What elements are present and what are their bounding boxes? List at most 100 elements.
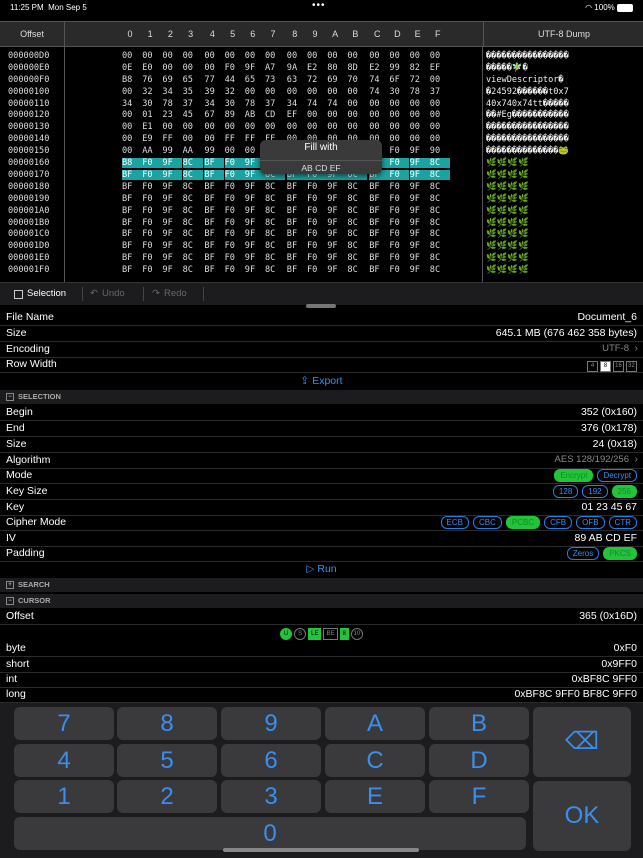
hex-byte[interactable]: F0 (307, 182, 323, 192)
multitask-dots[interactable]: ••• (312, 0, 326, 11)
key-7[interactable]: 7 (14, 707, 114, 740)
hex-byte[interactable]: 8C (265, 253, 281, 263)
hex-byte[interactable]: 00 (347, 87, 363, 97)
hex-byte[interactable]: BF (287, 241, 303, 251)
format-toggle-le[interactable]: LE (308, 628, 322, 640)
hex-byte[interactable]: 8C (183, 182, 199, 192)
hex-byte[interactable]: BF (369, 253, 385, 263)
hex-byte[interactable]: 00 (327, 122, 343, 132)
hex-byte[interactable]: F0 (225, 182, 241, 192)
hex-byte[interactable]: 37 (265, 99, 281, 109)
encoding-row[interactable]: Encoding UTF-8 › (0, 342, 643, 358)
hex-byte[interactable]: A7 (265, 63, 281, 73)
chip-cbc[interactable]: CBC (472, 516, 502, 529)
hex-byte[interactable]: 00 (162, 122, 178, 132)
hex-byte[interactable]: BF (369, 241, 385, 251)
hex-byte[interactable]: 00 (347, 122, 363, 132)
hex-byte[interactable]: 9F (245, 218, 261, 228)
hex-byte[interactable]: 00 (204, 122, 220, 132)
hex-byte[interactable]: 34 (162, 87, 178, 97)
hex-byte[interactable]: 9F (162, 158, 183, 168)
hex-byte[interactable]: 00 (287, 46, 303, 49)
hex-byte[interactable]: 00 (142, 46, 158, 49)
hex-byte[interactable]: B8 (122, 158, 142, 168)
hex-byte[interactable]: BF (287, 194, 303, 204)
hex-byte[interactable]: 9F (327, 253, 343, 263)
hex-byte[interactable]: 8C (265, 229, 281, 239)
hex-byte[interactable]: 9F (327, 241, 343, 251)
hex-byte[interactable]: 00 (347, 110, 363, 120)
hex-byte[interactable]: E9 (142, 134, 158, 144)
iv-value[interactable]: 89 AB CD EF (575, 532, 637, 544)
hex-byte[interactable]: 67 (204, 110, 220, 120)
hex-byte[interactable]: 00 (327, 51, 343, 61)
key-6[interactable]: 6 (221, 744, 321, 777)
hex-byte[interactable]: 9F (327, 206, 343, 216)
key-d[interactable]: D (429, 744, 529, 777)
hex-byte[interactable]: 9F (327, 194, 343, 204)
utf8-text[interactable]: 40x740x74tt����� (486, 99, 569, 109)
hex-byte[interactable]: BF (369, 182, 385, 192)
hex-byte[interactable]: 72 (410, 75, 426, 85)
hex-byte[interactable]: 00 (245, 122, 261, 132)
home-indicator[interactable] (223, 848, 419, 852)
hex-row[interactable]: 00000120 00 01 23 45 67 89 AB CD EF 00 00 00 00 00 00 00… (0, 110, 643, 122)
key-f[interactable]: F (429, 780, 529, 813)
hex-byte[interactable]: 9F (245, 229, 261, 239)
hex-byte[interactable]: F0 (225, 63, 241, 73)
hex-row[interactable]: 000001A0 BF F0 9F 8C BF F0 9F 8C BF F0 9F 8C BF F0 9F 8C… (0, 206, 643, 218)
hex-byte[interactable]: 8C (430, 194, 446, 204)
hex-byte[interactable]: BF (204, 182, 220, 192)
backspace-button[interactable]: ⌫ (533, 707, 631, 777)
key-5[interactable]: 5 (117, 744, 217, 777)
hex-byte[interactable]: 00 (307, 110, 323, 120)
export-button[interactable]: ⇪ Export (0, 375, 643, 387)
hex-byte[interactable]: 9F (409, 169, 430, 180)
key-3[interactable]: 3 (221, 780, 321, 813)
hex-byte[interactable]: 74 (327, 99, 343, 109)
hex-byte[interactable]: 8C (183, 229, 199, 239)
format-toggle-10[interactable]: 10 (350, 628, 363, 640)
hex-byte[interactable]: BF (204, 229, 220, 239)
hex-byte[interactable]: F0 (389, 206, 405, 216)
hex-byte[interactable]: 00 (122, 110, 138, 120)
format-toggle-be[interactable]: BE (323, 628, 338, 640)
run-button[interactable]: ▷ Run (0, 563, 643, 575)
hex-byte[interactable]: 8C (347, 265, 363, 275)
row-width-16[interactable]: 16 (613, 361, 624, 372)
hex-byte[interactable]: 8C (183, 265, 199, 275)
hex-byte[interactable]: 8C (347, 194, 363, 204)
hex-byte[interactable]: 9F (162, 218, 178, 228)
hex-byte[interactable]: 00 (183, 46, 199, 49)
hex-byte[interactable]: 77 (204, 75, 220, 85)
hex-byte[interactable]: 01 (142, 110, 158, 120)
hex-byte[interactable]: 00 (307, 46, 323, 49)
hex-byte[interactable]: 9F (245, 265, 261, 275)
hex-byte[interactable]: 8C (430, 265, 446, 275)
hex-byte[interactable]: 00 (389, 99, 405, 109)
hex-byte[interactable]: F0 (307, 194, 323, 204)
hex-byte[interactable]: F0 (142, 158, 163, 168)
hex-byte[interactable]: 00 (369, 110, 385, 120)
utf8-text[interactable]: 🌿🌿🌿🌿 (486, 229, 529, 239)
hex-byte[interactable]: BF (122, 169, 142, 180)
hex-byte[interactable]: 8C (429, 169, 450, 180)
hex-byte[interactable]: 37 (183, 99, 199, 109)
hex-byte[interactable]: 9F (162, 182, 178, 192)
hex-byte[interactable]: 9F (410, 265, 426, 275)
hex-byte[interactable]: F0 (389, 218, 405, 228)
hex-byte[interactable]: 00 (245, 146, 261, 156)
hex-byte[interactable]: F0 (142, 182, 158, 192)
hex-byte[interactable]: BF (122, 241, 138, 251)
hex-byte[interactable]: 8C (429, 158, 450, 168)
hex-byte[interactable]: 69 (162, 75, 178, 85)
hex-byte[interactable]: 00 (389, 110, 405, 120)
hex-byte[interactable]: 00 (369, 46, 385, 49)
panel-grabber[interactable] (306, 304, 336, 308)
hex-byte[interactable]: 00 (122, 87, 138, 97)
hex-byte[interactable]: E2 (369, 63, 385, 73)
hex-byte[interactable]: 34 (122, 99, 138, 109)
hex-byte[interactable]: 8C (430, 182, 446, 192)
chip-pkcs[interactable]: PKCS (603, 547, 637, 560)
hex-byte[interactable]: BF (369, 218, 385, 228)
